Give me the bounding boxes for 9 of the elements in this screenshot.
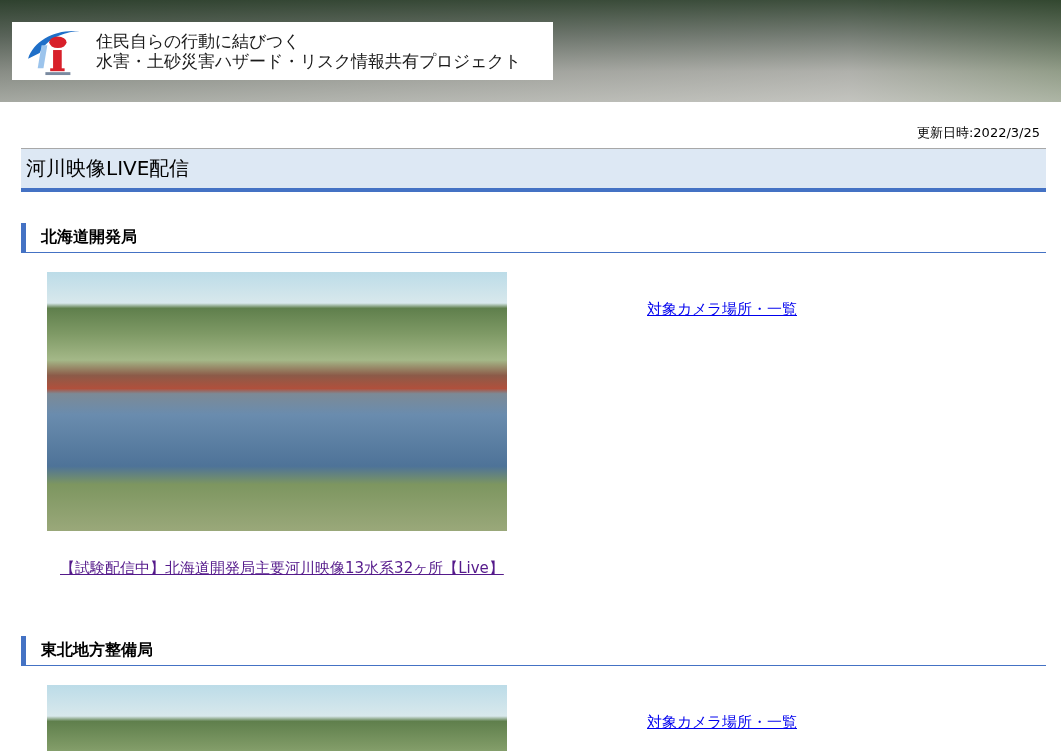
camera-list-link[interactable]: 対象カメラ場所・一覧: [647, 713, 797, 731]
site-title: 住民自らの行動に結びつく: [96, 31, 301, 51]
site-title: 水害・土砂災害ハザード・リスク情報共有プロジェクト: [96, 51, 521, 71]
section-heading: 東北地方整備局: [21, 636, 1046, 666]
page-title: 河川映像LIVE配信: [21, 148, 1046, 192]
camera-list-link[interactable]: 対象カメラ場所・一覧: [647, 300, 797, 318]
update-date: 更新日時:2022/3/25: [916, 124, 1040, 142]
section-heading: 北海道開発局: [21, 223, 1046, 253]
live-stream-link[interactable]: 【試験配信中】北海道開発局主要河川映像13水系32ヶ所【Live】: [60, 559, 504, 577]
